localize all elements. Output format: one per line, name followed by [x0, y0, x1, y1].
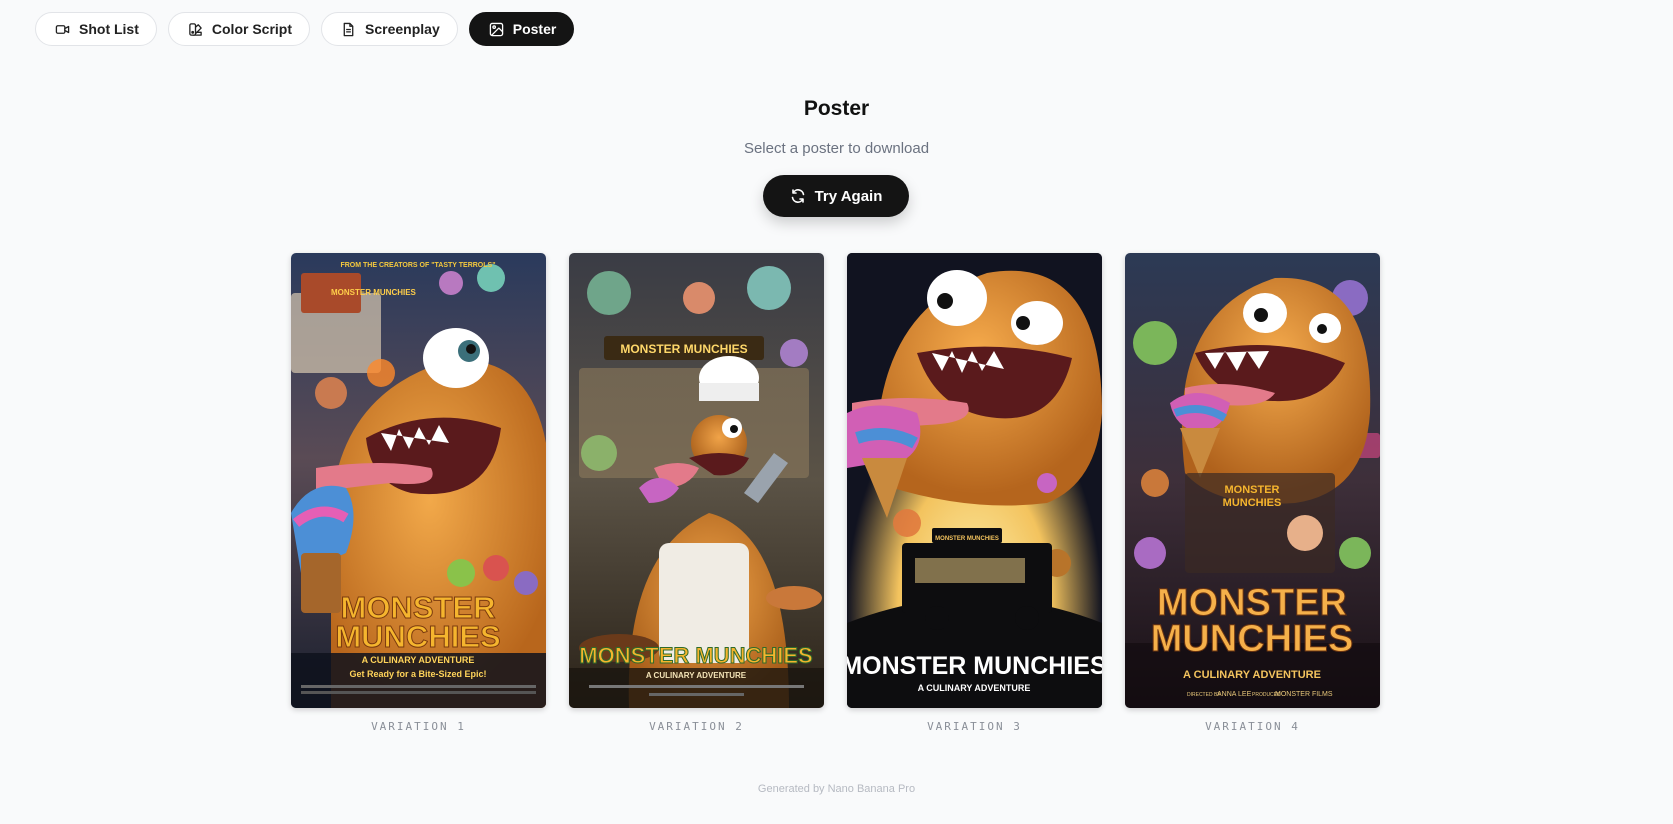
- try-again-button[interactable]: Try Again: [763, 175, 909, 217]
- poster-credit-director: ANNA LEE: [1217, 691, 1252, 698]
- poster-sign: MONSTER MUNCHIES: [620, 342, 747, 356]
- poster-tagline: Get Ready for a Bite-Sized Epic!: [349, 669, 486, 679]
- tab-screenplay[interactable]: Screenplay: [321, 12, 458, 46]
- poster-credit-producer: MONSTER FILMS: [1275, 691, 1333, 698]
- poster-sign-line-1: MONSTER: [1225, 484, 1280, 496]
- poster-title-line-1: MONSTER MUNCHIES: [579, 643, 812, 668]
- video-camera-icon: [55, 22, 70, 37]
- poster-card-1[interactable]: FROM THE CREATORS OF "TASTY TERROLS" MON…: [291, 253, 546, 733]
- poster-truck-sign: MONSTER MUNCHIES: [331, 288, 417, 297]
- poster-image-2[interactable]: MONSTER MUNCHIES MONSTER MUNCHIES A CULI…: [569, 253, 824, 708]
- poster-image-3[interactable]: MONSTER MUNCHIES MONSTER MUNCHIES A CULI…: [847, 253, 1102, 708]
- palette-icon: [188, 22, 203, 37]
- poster-subtitle: A CULINARY ADVENTURE: [918, 683, 1031, 693]
- tab-label: Color Script: [211, 21, 293, 37]
- poster-image-1[interactable]: FROM THE CREATORS OF "TASTY TERROLS" MON…: [291, 253, 546, 708]
- poster-truck-sign: MONSTER MUNCHIES: [935, 536, 999, 542]
- poster-card-3[interactable]: MONSTER MUNCHIES MONSTER MUNCHIES A CULI…: [847, 253, 1102, 733]
- poster-card-2[interactable]: MONSTER MUNCHIES MONSTER MUNCHIES A CULI…: [569, 253, 824, 733]
- poster-subtitle: A CULINARY ADVENTURE: [1183, 669, 1321, 681]
- page-title: Poster: [803, 97, 870, 120]
- poster-title-line-2: MUNCHIES: [1151, 618, 1354, 660]
- poster-subtitle: A CULINARY ADVENTURE: [362, 655, 475, 665]
- tab-color-script[interactable]: Color Script: [167, 12, 311, 46]
- image-icon: [489, 22, 504, 37]
- document-icon: [341, 22, 356, 37]
- poster-title-line-2: MUNCHIES: [335, 619, 500, 654]
- poster-subtitle: A CULINARY ADVENTURE: [646, 671, 747, 680]
- poster-caption: VARIATION 4: [1205, 720, 1300, 733]
- view-tabs: Shot List Color Script Screenplay Poster: [35, 12, 575, 46]
- poster-tagline-top: FROM THE CREATORS OF "TASTY TERROLS": [340, 262, 495, 269]
- page-subtitle: Select a poster to download: [743, 140, 930, 157]
- poster-caption: VARIATION 3: [927, 720, 1022, 733]
- tab-label: Shot List: [79, 21, 139, 37]
- poster-image-4[interactable]: MONSTER MUNCHIES MONSTER MUNCHIES A CULI…: [1125, 253, 1380, 708]
- refresh-icon: [790, 188, 806, 204]
- poster-caption: VARIATION 1: [371, 720, 466, 733]
- tab-shot-list[interactable]: Shot List: [35, 12, 157, 46]
- tab-label: Screenplay: [365, 21, 440, 37]
- poster-caption: VARIATION 2: [649, 720, 744, 733]
- poster-card-4[interactable]: MONSTER MUNCHIES MONSTER MUNCHIES A CULI…: [1125, 253, 1380, 733]
- tab-label: Poster: [512, 21, 557, 37]
- tab-poster[interactable]: Poster: [468, 12, 575, 46]
- try-again-label: Try Again: [814, 187, 883, 205]
- poster-title-line-1: MONSTER MUNCHIES: [847, 652, 1102, 680]
- poster-grid: FROM THE CREATORS OF "TASTY TERROLS" MON…: [291, 253, 1380, 733]
- footer-credit: Generated by Nano Banana Pro: [757, 783, 916, 795]
- poster-sign-line-2: MUNCHIES: [1223, 497, 1282, 509]
